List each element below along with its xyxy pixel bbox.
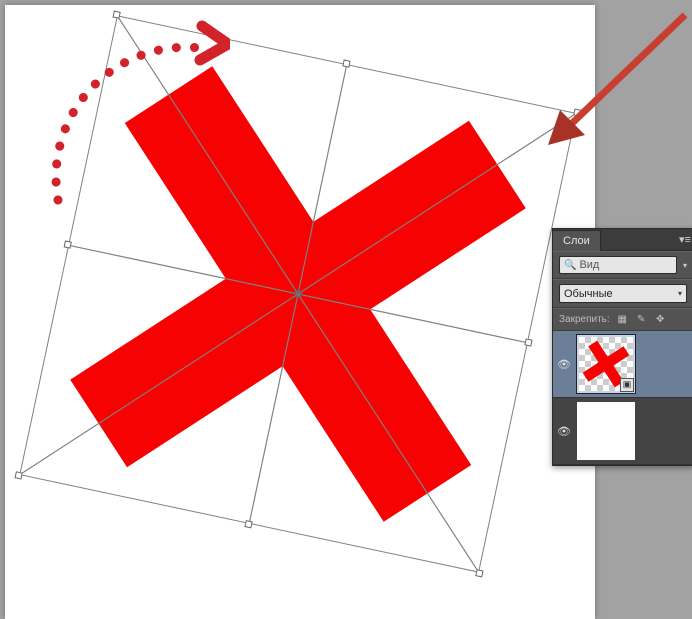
transform-handle-top-right[interactable] <box>573 108 581 116</box>
layer-row[interactable]: 👁 <box>553 398 692 465</box>
tab-layers[interactable]: Слои <box>553 230 601 251</box>
blend-mode-row: Обычные ▾ <box>553 279 692 308</box>
blend-mode-select[interactable]: Обычные ▾ <box>559 284 687 303</box>
lock-brush-icon[interactable]: ✎ <box>635 313 648 326</box>
panel-menu-button[interactable]: ▾≡ <box>677 233 692 251</box>
panel-tab-bar: Слои ▾≡ <box>553 229 692 251</box>
layer-row[interactable]: 👁 ▣ <box>553 331 692 398</box>
visibility-toggle-icon[interactable]: 👁 <box>557 425 571 438</box>
free-transform-box[interactable] <box>19 15 576 572</box>
transform-handle-bottom-left[interactable] <box>15 471 23 479</box>
layer-thumbnail[interactable] <box>577 402 635 460</box>
transform-handle-mid-right[interactable] <box>524 338 532 346</box>
transform-handle-bottom-mid[interactable] <box>244 520 252 528</box>
lock-pixels-icon[interactable]: ▦ <box>616 313 629 326</box>
lock-label: Закрепить: <box>559 314 610 325</box>
layer-filter-row: 🔍 Вид ▾ <box>553 251 692 279</box>
transform-center-icon[interactable] <box>291 287 305 301</box>
transform-handle-top-left[interactable] <box>112 11 120 19</box>
smart-object-badge-icon: ▣ <box>620 378 634 392</box>
lock-move-icon[interactable]: ✥ <box>654 313 667 326</box>
transform-handle-bottom-right[interactable] <box>475 569 483 577</box>
layers-panel: Слои ▾≡ 🔍 Вид ▾ Обычные ▾ Закрепить: ▦ ✎… <box>552 228 692 466</box>
lock-row: Закрепить: ▦ ✎ ✥ <box>553 308 692 331</box>
chevron-down-icon: ▾ <box>683 261 687 270</box>
visibility-toggle-icon[interactable]: 👁 <box>557 358 571 371</box>
transform-handle-top-mid[interactable] <box>342 59 350 67</box>
layer-thumbnail[interactable]: ▣ <box>577 335 635 393</box>
document-canvas[interactable] <box>5 5 595 619</box>
chevron-down-icon: ▾ <box>678 289 682 298</box>
app-viewport: Слои ▾≡ 🔍 Вид ▾ Обычные ▾ Закрепить: ▦ ✎… <box>0 0 692 619</box>
layer-list: 👁 ▣ 👁 <box>553 331 692 465</box>
blend-mode-value: Обычные <box>564 288 613 300</box>
search-icon: 🔍 <box>564 260 576 271</box>
layer-filter-select[interactable]: 🔍 Вид <box>559 256 677 274</box>
layer-filter-label: Вид <box>579 259 599 271</box>
transform-handle-mid-left[interactable] <box>64 240 72 248</box>
tab-spacer <box>601 250 677 251</box>
